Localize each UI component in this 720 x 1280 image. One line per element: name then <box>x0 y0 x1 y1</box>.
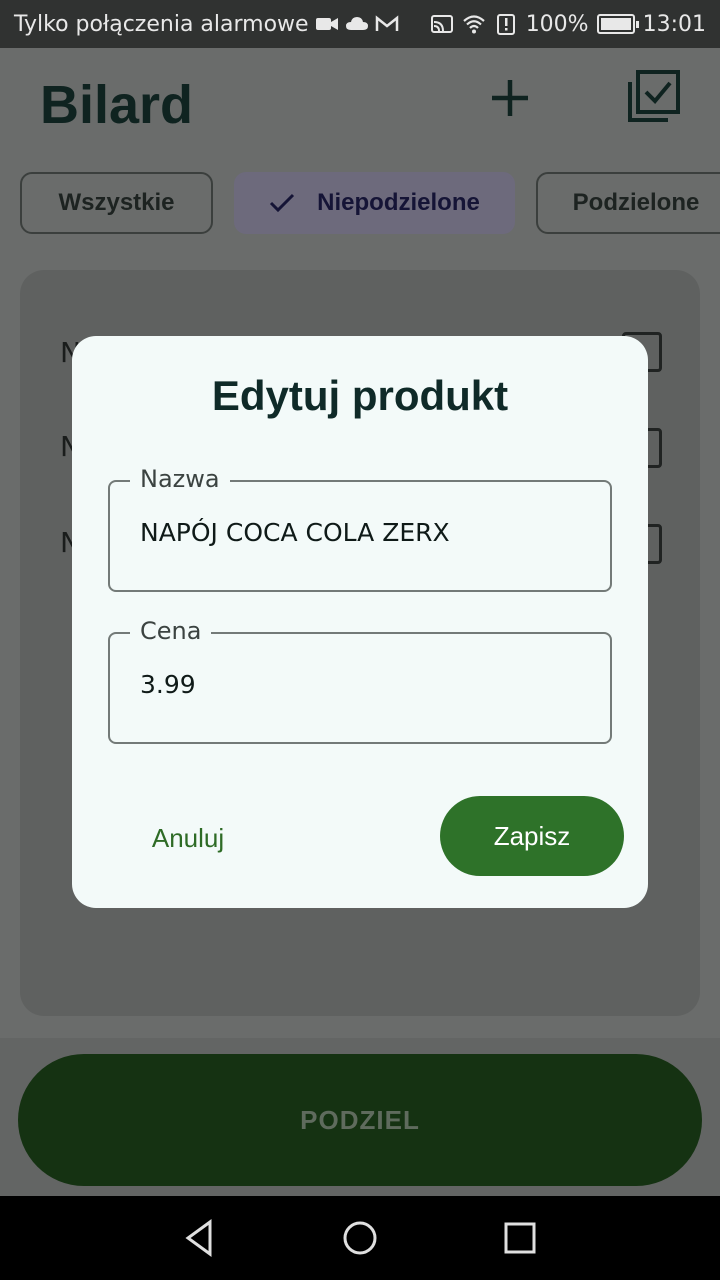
dialog-title: Edytuj produkt <box>211 372 509 419</box>
edit-product-dialog: Edytuj produkt Nazwa Cena Anuluj Zapisz <box>72 336 648 908</box>
add-icon[interactable] <box>486 74 534 122</box>
navigation-bar <box>0 1196 720 1280</box>
save-button[interactable]: Zapisz <box>440 796 624 876</box>
battery-level <box>600 18 631 30</box>
battery-icon <box>596 14 639 34</box>
cast-icon <box>430 15 453 33</box>
price-input[interactable] <box>140 670 590 699</box>
gmail-icon <box>375 15 398 31</box>
home-icon[interactable] <box>340 1218 380 1258</box>
name-field-label: Nazwa <box>130 465 230 493</box>
recents-icon[interactable] <box>500 1218 540 1258</box>
filter-chip-split[interactable]: Podzielone <box>536 172 720 234</box>
filter-chip-label: Wszystkie <box>58 189 175 216</box>
filter-chip-label: Niepodzielone <box>317 189 480 216</box>
carrier-text: Tylko połączenia alarmowe <box>14 11 309 37</box>
split-button[interactable]: PODZIEL <box>18 1054 702 1186</box>
name-field[interactable]: Nazwa <box>108 465 612 592</box>
alert-icon <box>496 14 515 35</box>
price-field-label: Cena <box>130 617 212 645</box>
wifi-icon <box>462 15 485 34</box>
page-title: Bilard <box>40 75 194 135</box>
back-icon[interactable] <box>180 1218 220 1258</box>
cloud-icon <box>345 17 368 30</box>
name-input[interactable] <box>140 518 590 547</box>
status-bar: Tylko połączenia alarmowe 100% 13:01 <box>0 0 720 48</box>
select-all-icon[interactable] <box>624 68 682 126</box>
filter-chip-unsplit[interactable]: Niepodzielone <box>234 172 515 234</box>
battery-percent: 100% <box>525 11 589 37</box>
cancel-button[interactable]: Anuluj <box>134 798 242 878</box>
filter-chip-label: Podzielone <box>572 189 700 216</box>
check-icon <box>270 193 295 213</box>
filter-chip-all[interactable]: Wszystkie <box>20 172 213 234</box>
video-icon <box>315 18 338 30</box>
price-field[interactable]: Cena <box>108 617 612 744</box>
clock: 13:01 <box>642 11 706 37</box>
